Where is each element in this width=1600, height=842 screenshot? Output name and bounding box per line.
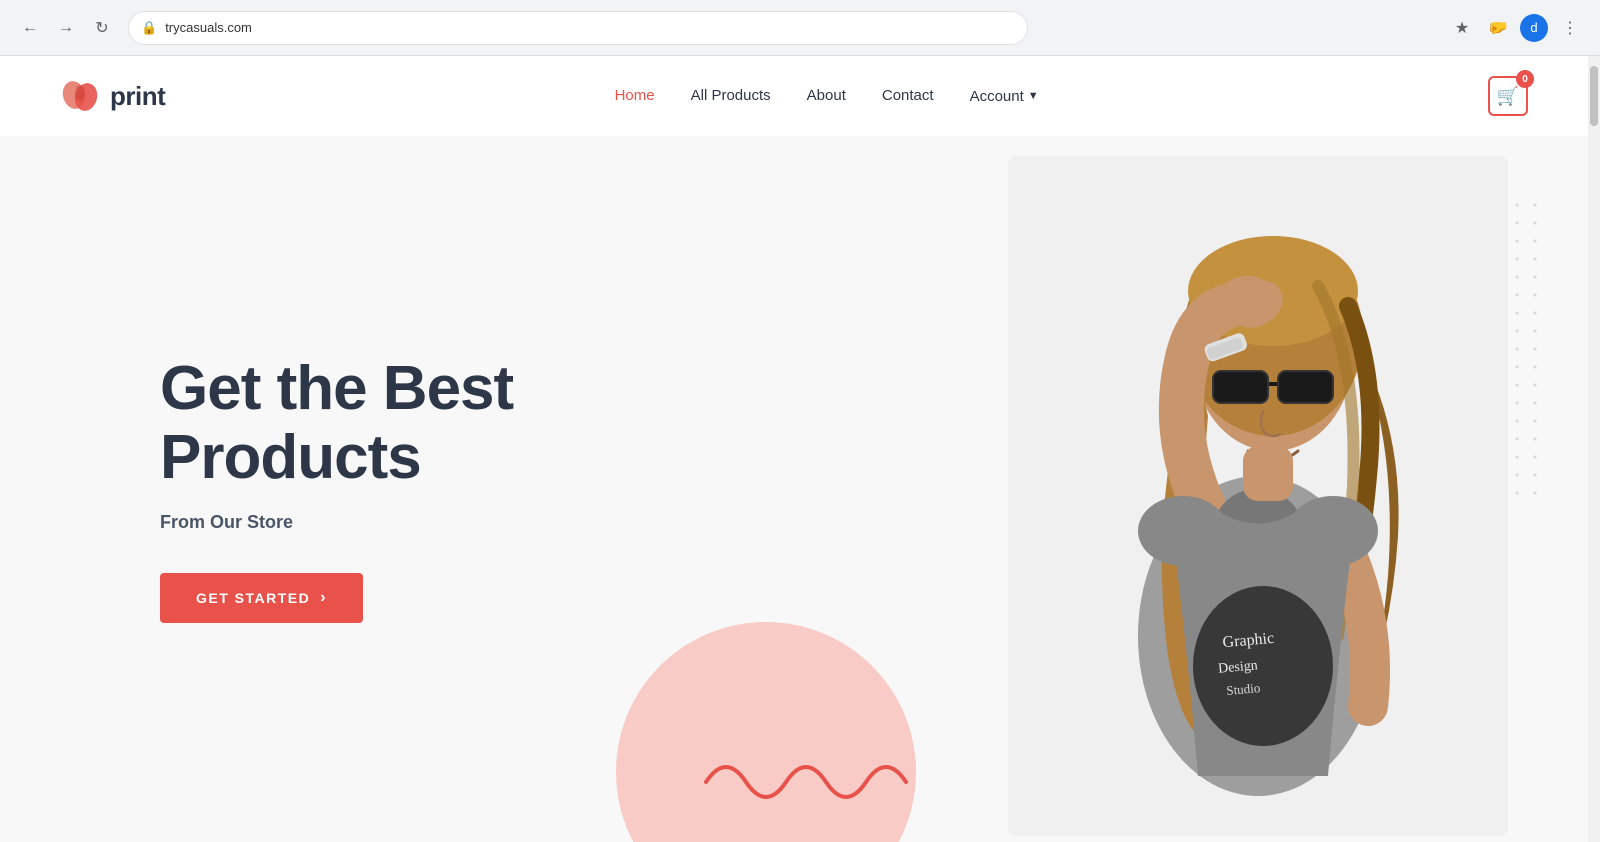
page-wrapper: ← → ↻ 🔒 trycasuals.com ★ 🤛 d ⋮ [0, 0, 1600, 842]
chevron-down-icon: ▼ [1028, 90, 1039, 102]
get-started-button[interactable]: GET STARTED › [160, 573, 363, 623]
nav-item-about[interactable]: About [807, 87, 846, 105]
nav-link-contact[interactable]: Contact [882, 87, 934, 104]
hero-title: Get the Best Products [160, 355, 873, 491]
cart-button[interactable]: 🛒 0 [1488, 76, 1528, 116]
squiggle-decoration [696, 742, 916, 802]
cta-arrow-icon: › [320, 589, 327, 607]
main-content: print Home All Products About [0, 56, 1588, 842]
url-text: trycasuals.com [165, 20, 252, 35]
nav-link-about[interactable]: About [807, 87, 846, 104]
back-button[interactable]: ← [16, 14, 44, 42]
svg-text:Studio: Studio [1226, 680, 1261, 698]
menu-button[interactable]: ⋮ [1556, 14, 1584, 42]
decorative-circle [616, 622, 916, 842]
hero-section: Get the Best Products From Our Store GET… [0, 136, 1588, 842]
reload-button[interactable]: ↻ [88, 14, 116, 42]
nav-menu: Home All Products About Contact Account [615, 87, 1039, 105]
forward-button[interactable]: → [52, 14, 80, 42]
nav-link-all-products[interactable]: All Products [691, 87, 771, 104]
nav-link-account[interactable]: Account [970, 88, 1024, 105]
scrollbar-thumb[interactable] [1590, 66, 1598, 126]
browser-chrome: ← → ↻ 🔒 trycasuals.com ★ 🤛 d ⋮ [0, 0, 1600, 56]
hero-title-line1: Get the Best [160, 354, 513, 423]
hero-content: Get the Best Products From Our Store GET… [0, 355, 873, 622]
bookmark-button[interactable]: ★ [1448, 14, 1476, 42]
nav-item-account[interactable]: Account ▼ [970, 88, 1039, 105]
logo-text: print [110, 81, 165, 112]
browser-right-icons: ★ 🤛 d ⋮ [1448, 14, 1584, 42]
cta-label: GET STARTED [196, 590, 310, 606]
hero-subtitle: From Our Store [160, 512, 873, 533]
logo-icon [60, 75, 102, 117]
address-bar[interactable]: 🔒 trycasuals.com [128, 11, 1028, 45]
nav-item-all-products[interactable]: All Products [691, 87, 771, 105]
cart-badge: 0 [1516, 70, 1534, 88]
scrollbar-area: print Home All Products About [0, 56, 1600, 842]
logo-area[interactable]: print [60, 75, 165, 117]
extensions-button[interactable]: 🤛 [1484, 14, 1512, 42]
site-header: print Home All Products About [0, 56, 1588, 136]
browser-nav-buttons: ← → ↻ [16, 14, 116, 42]
hero-woman-illustration: Graphic Design Studio [1008, 156, 1508, 836]
profile-avatar[interactable]: d [1520, 14, 1548, 42]
nav-item-home[interactable]: Home [615, 87, 655, 105]
lock-icon: 🔒 [141, 20, 157, 36]
scrollbar[interactable] [1588, 56, 1600, 842]
cart-icon: 🛒 [1497, 86, 1519, 107]
nav-link-home[interactable]: Home [615, 87, 655, 104]
main-nav: Home All Products About Contact Account [615, 87, 1039, 105]
hero-title-line2: Products [160, 423, 421, 492]
nav-item-contact[interactable]: Contact [882, 87, 934, 105]
